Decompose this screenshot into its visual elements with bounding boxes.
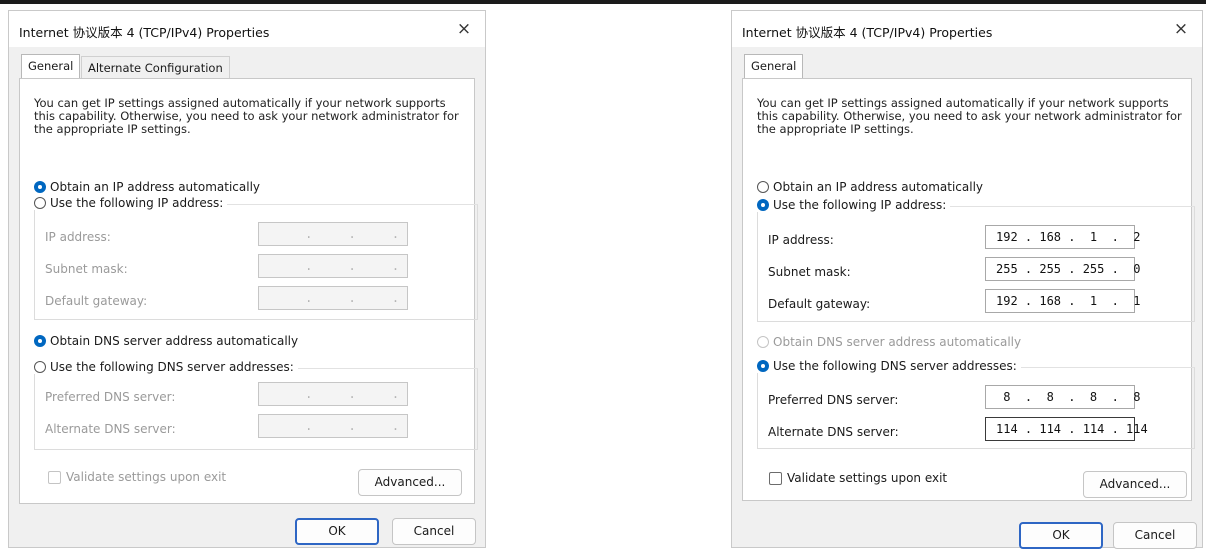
obtain-ip-auto-label: Obtain an IP address automatically	[773, 180, 984, 194]
tab-general[interactable]: General	[744, 54, 804, 78]
preferred-dns-row: Preferred DNS server:	[45, 390, 245, 404]
close-icon[interactable]: ×	[451, 18, 477, 40]
subnet-mask-row: Subnet mask:	[768, 265, 968, 279]
preferred-dns-label: Preferred DNS server:	[768, 393, 899, 407]
use-following-ip-label: Use the following IP address:	[773, 198, 947, 212]
preferred-dns-row: Preferred DNS server:	[768, 393, 968, 407]
preferred-dns-label: Preferred DNS server:	[45, 390, 176, 404]
top-border	[0, 0, 1206, 4]
ip-address-row: IP address:	[768, 233, 968, 247]
use-following-dns-label: Use the following DNS server addresses:	[50, 360, 294, 374]
default-gateway-label: Default gateway:	[768, 297, 871, 311]
general-panel: You can get IP settings assigned automat…	[742, 78, 1195, 501]
use-following-dns-label: Use the following DNS server addresses:	[773, 359, 1017, 373]
subnet-mask-input[interactable]: 255 . 255 . 255 . 0	[985, 257, 1141, 281]
cancel-button[interactable]: Cancel	[1113, 522, 1197, 549]
ipv4-properties-dialog-static: Internet 协议版本 4 (TCP/IPv4) Properties × …	[731, 10, 1203, 549]
obtain-dns-auto-option[interactable]: Obtain DNS server address automatically	[757, 335, 1021, 349]
alternate-dns-label: Alternate DNS server:	[768, 425, 899, 439]
title-bar: Internet 协议版本 4 (TCP/IPv4) Properties ×	[732, 11, 1202, 47]
alternate-dns-row: Alternate DNS server:	[768, 425, 968, 439]
subnet-mask-row: Subnet mask:	[45, 262, 245, 276]
radio-disabled-icon	[757, 336, 769, 348]
subnet-mask-label: Subnet mask:	[45, 262, 128, 276]
dialog-title: Internet 协议版本 4 (TCP/IPv4) Properties	[742, 25, 993, 40]
dialog-title: Internet 协议版本 4 (TCP/IPv4) Properties	[19, 25, 270, 40]
close-icon[interactable]: ×	[1168, 18, 1194, 40]
radio-selected-icon	[34, 181, 46, 193]
validate-settings-option[interactable]: Validate settings upon exit	[48, 470, 226, 484]
checkbox-icon	[769, 471, 782, 485]
use-following-ip-label: Use the following IP address:	[50, 196, 224, 210]
alternate-dns-row: Alternate DNS server:	[45, 422, 245, 436]
default-gateway-row: Default gateway:	[45, 294, 245, 308]
default-gateway-input[interactable]: 192 . 168 . 1 . 1	[985, 289, 1141, 313]
cancel-button[interactable]: Cancel	[392, 518, 476, 545]
radio-unselected-icon	[34, 361, 46, 373]
general-panel: You can get IP settings assigned automat…	[19, 78, 478, 504]
advanced-button[interactable]: Advanced...	[1083, 471, 1187, 498]
ip-address-label: IP address:	[768, 233, 834, 247]
obtain-ip-auto-label: Obtain an IP address automatically	[50, 180, 261, 194]
use-following-dns-option[interactable]: Use the following DNS server addresses:	[757, 359, 1021, 373]
validate-settings-label: Validate settings upon exit	[787, 471, 948, 485]
dns-server-group	[34, 368, 478, 450]
ip-address-row: IP address:	[45, 230, 245, 244]
use-following-ip-option[interactable]: Use the following IP address:	[34, 196, 228, 210]
obtain-ip-auto-option[interactable]: Obtain an IP address automatically	[757, 180, 983, 194]
advanced-button[interactable]: Advanced...	[358, 469, 462, 496]
preferred-dns-input[interactable]: . . .	[258, 382, 408, 406]
validate-settings-label: Validate settings upon exit	[66, 470, 227, 484]
obtain-dns-auto-label: Obtain DNS server address automatically	[773, 335, 1022, 349]
ip-address-label: IP address:	[45, 230, 111, 244]
alternate-dns-input[interactable]: . . .	[258, 414, 408, 438]
validate-settings-option[interactable]: Validate settings upon exit	[769, 471, 947, 485]
alternate-dns-label: Alternate DNS server:	[45, 422, 176, 436]
default-gateway-label: Default gateway:	[45, 294, 148, 308]
tab-alternate-configuration[interactable]: Alternate Configuration	[81, 56, 230, 78]
radio-unselected-icon	[757, 181, 769, 193]
preferred-dns-input[interactable]: 8 . 8 . 8 . 8	[985, 385, 1141, 409]
use-following-ip-option[interactable]: Use the following IP address:	[757, 198, 951, 212]
obtain-ip-auto-option[interactable]: Obtain an IP address automatically	[34, 180, 260, 194]
ok-button[interactable]: OK	[295, 518, 379, 545]
checkbox-icon	[48, 470, 61, 484]
alternate-dns-input[interactable]: 114 . 114 . 114 . 114	[985, 417, 1148, 441]
subnet-mask-label: Subnet mask:	[768, 265, 851, 279]
ip-address-input[interactable]: 192 . 168 . 1 . 2	[985, 225, 1141, 249]
use-following-dns-option[interactable]: Use the following DNS server addresses:	[34, 360, 298, 374]
obtain-dns-auto-label: Obtain DNS server address automatically	[50, 334, 299, 348]
radio-selected-icon	[757, 360, 769, 372]
ok-button[interactable]: OK	[1019, 522, 1103, 549]
ipv4-properties-dialog-automatic: Internet 协议版本 4 (TCP/IPv4) Properties × …	[8, 10, 486, 548]
radio-unselected-icon	[34, 197, 46, 209]
obtain-dns-auto-option[interactable]: Obtain DNS server address automatically	[34, 334, 298, 348]
radio-selected-icon	[757, 199, 769, 211]
radio-selected-icon	[34, 335, 46, 347]
title-bar: Internet 协议版本 4 (TCP/IPv4) Properties ×	[9, 11, 485, 47]
default-gateway-input[interactable]: . . .	[258, 286, 408, 310]
intro-text: You can get IP settings assigned automat…	[34, 96, 459, 136]
intro-text: You can get IP settings assigned automat…	[757, 96, 1182, 136]
ip-address-input[interactable]: . . .	[258, 222, 408, 246]
default-gateway-row: Default gateway:	[768, 297, 968, 311]
tab-general[interactable]: General	[21, 54, 81, 78]
subnet-mask-input[interactable]: . . .	[258, 254, 408, 278]
